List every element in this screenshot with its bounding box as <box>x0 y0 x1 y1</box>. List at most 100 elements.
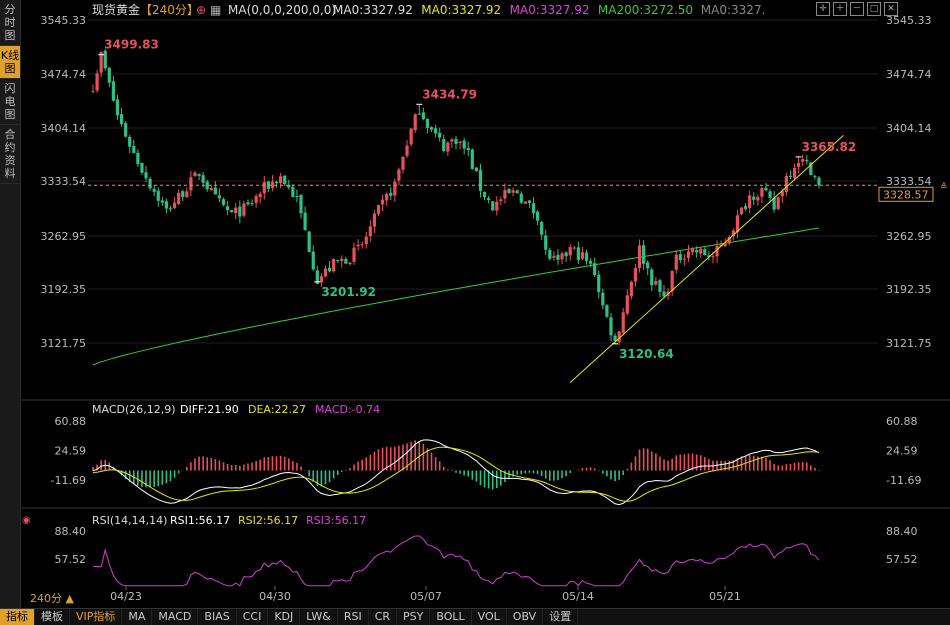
price-tick-label: 3404.14 <box>886 122 932 135</box>
candle-body <box>629 281 633 297</box>
window-controls: ✛ ＋ － □ ✕ <box>816 2 898 16</box>
date-tick-label: 04/23 <box>110 590 142 603</box>
indicator-tab[interactable]: BOLL <box>430 609 472 625</box>
view-tab[interactable]: K线图 <box>0 46 20 79</box>
indicator-settings-icon[interactable]: ⊕ <box>196 3 206 17</box>
candle-body <box>535 211 540 221</box>
chart-canvas[interactable]: 现货黄金 【240分】 ⊕ ▦ MA(0,0,0,200,0,0) MA0:33… <box>0 0 950 608</box>
candle-body <box>801 159 805 162</box>
fullscreen-icon[interactable]: □ <box>867 2 881 16</box>
candle-body <box>540 222 544 235</box>
candle-body <box>303 212 307 231</box>
candle-body <box>597 274 601 293</box>
period-selector[interactable]: 240分 ▲ <box>30 590 74 606</box>
candle-body <box>160 200 164 203</box>
indicator-tab[interactable]: 模板 <box>35 609 70 625</box>
indicator-tab[interactable]: VIP指标 <box>70 609 123 625</box>
candle-body <box>446 142 450 152</box>
rsi3-value: RSI3:56.17 <box>306 514 366 527</box>
indicator-tab[interactable]: KDJ <box>268 609 301 625</box>
ma-params: MA(0,0,0,200,0,0) <box>228 3 336 17</box>
candle-body <box>360 244 364 246</box>
crosshair-icon[interactable]: ✛ <box>816 2 830 16</box>
view-tab[interactable]: 闪电图 <box>0 79 20 125</box>
candle-body <box>454 138 458 144</box>
indicator-tab[interactable]: 指标 <box>0 609 35 625</box>
view-tab[interactable]: 分时图 <box>0 0 20 46</box>
candle-body <box>332 259 336 272</box>
candle-body <box>760 188 764 197</box>
price-tick-label: 3333.54 <box>886 175 932 188</box>
indicator-tab[interactable]: CCI <box>237 609 269 625</box>
candle-body <box>356 244 360 247</box>
indicator-tab[interactable]: BIAS <box>198 609 237 625</box>
candle-body <box>107 67 111 83</box>
candle-body <box>523 201 527 204</box>
candle-body <box>91 91 95 93</box>
ma200-line <box>92 227 820 366</box>
view-tab[interactable]: 合约资料 <box>0 125 20 184</box>
indicator-tab[interactable]: MA <box>122 609 153 625</box>
indicator-tab[interactable]: RSI <box>338 609 369 625</box>
price-tick-label: 3545.33 <box>41 14 87 27</box>
candle-body <box>752 196 756 200</box>
price-tick-label: 3474.74 <box>41 68 87 81</box>
candle-body <box>515 190 519 194</box>
candle-body <box>723 243 727 247</box>
candle-body <box>605 305 609 317</box>
candle-body <box>225 206 230 211</box>
candle-body <box>678 254 682 261</box>
candle-body <box>168 208 173 210</box>
candle-body <box>503 189 507 199</box>
price-tick-label: 3333.54 <box>41 175 87 188</box>
candle-body <box>568 247 572 256</box>
candle-body <box>132 145 136 153</box>
candle-body <box>544 235 548 250</box>
candle-body <box>462 140 466 149</box>
candle-body <box>633 267 638 282</box>
indicator-tab[interactable]: VOL <box>472 609 507 625</box>
rsi2-value: RSI2:56.17 <box>238 514 298 527</box>
candle-body <box>499 199 503 202</box>
rsi-params: RSI(14,14,14) <box>92 514 167 527</box>
candle-body <box>784 176 788 193</box>
price-tick-label: 3262.95 <box>41 230 87 243</box>
zoom-in-icon[interactable]: ＋ <box>833 2 847 16</box>
candle-body <box>385 194 389 201</box>
macd-histogram <box>92 440 820 490</box>
rsi-tick-label: 88.40 <box>886 525 918 538</box>
trendline[interactable] <box>569 135 844 383</box>
candle-body <box>813 176 817 178</box>
zoom-out-icon[interactable]: － <box>850 2 864 16</box>
candle-body <box>482 191 487 198</box>
indicator-tab[interactable]: OBV <box>507 609 544 625</box>
indicator-tab[interactable]: CR <box>369 609 398 625</box>
candle-body <box>601 292 605 306</box>
rsi-tick-label: 57.52 <box>55 553 87 566</box>
candle-body <box>368 226 372 236</box>
candle-body <box>625 295 629 314</box>
indicator-tab[interactable]: MACD <box>152 609 199 625</box>
price-tick-label: 3192.35 <box>41 283 87 296</box>
indicator-tab[interactable]: LW& <box>300 609 338 625</box>
candle-body <box>797 162 801 167</box>
candle-body <box>401 157 405 170</box>
candle-body <box>642 245 646 264</box>
date-axis: 04/23 04/30 05/07 05/14 05/21 <box>110 586 741 603</box>
candle-body <box>519 193 523 203</box>
ma-value-list: MA0:3327.92 MA0:3327.92 MA0:3327.92 MA200:3… <box>333 3 765 17</box>
rsi-axis: 88.40 88.40 57.52 57.52 <box>55 525 918 566</box>
rsi-settings-icon[interactable]: ◉ <box>22 515 31 526</box>
indicator-tab[interactable]: 设置 <box>543 609 579 625</box>
macd-dea-line <box>92 446 820 502</box>
current-price-label: 3328.57 <box>883 188 929 201</box>
indicator-tab[interactable]: PSY <box>397 609 431 625</box>
candle-body <box>193 172 197 177</box>
candle-body <box>340 258 344 261</box>
ma200-path <box>92 227 820 366</box>
rsi-path <box>93 535 820 587</box>
price-annotations: 3499.83 3434.79 3201.92 3120.64 3365.82 <box>98 38 856 361</box>
close-icon[interactable]: ✕ <box>884 2 898 16</box>
candle-body <box>323 268 328 277</box>
candle-body <box>531 203 536 214</box>
